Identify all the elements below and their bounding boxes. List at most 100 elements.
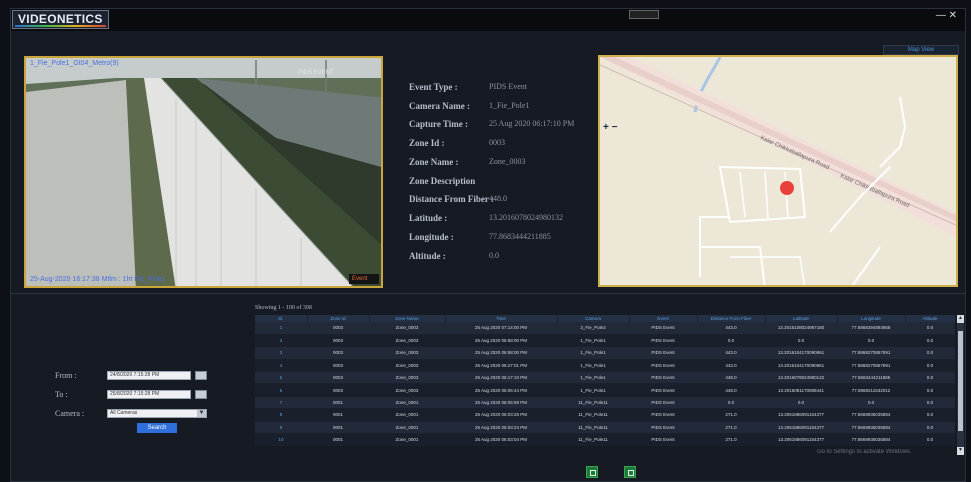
detail-label: Zone Id : (409, 138, 445, 148)
events-table-panel: Showing 1 - 100 of 308 Sl. Zone Id Zone Na… (255, 305, 965, 457)
table-cell: PIDS Event (629, 371, 697, 385)
from-date-input[interactable]: 24/8/2020 7:15:28 PM (107, 371, 191, 380)
table-row[interactable]: 3 0003 Zone_0003 25 Aug 2020 06:58:00 PM 1_F… (255, 346, 955, 360)
export-csv-icon[interactable] (624, 466, 636, 478)
search-button[interactable]: Search (137, 423, 177, 433)
logo-color-bar (15, 25, 106, 27)
table-cell: 0001 (307, 421, 369, 435)
column-header[interactable]: Event (629, 315, 698, 322)
camera-select[interactable]: All Cameras ▼ (107, 409, 207, 418)
table-row[interactable]: 8 0001 Zone_0001 25 Aug 2020 06:03:25 PM 11_… (255, 408, 955, 422)
table-cell: 77.8683444211885 (837, 371, 905, 385)
table-cell: 448.0 (697, 371, 765, 385)
table-header-row: Sl. Zone Id Zone Name Time Camera Event Distan… (255, 315, 956, 322)
event-location-marker[interactable] (780, 181, 794, 195)
table-cell: PIDS Event (629, 322, 697, 335)
table-cell: Zone_0001 (369, 433, 445, 447)
table-cell: 0.0 (905, 322, 955, 335)
scroll-down-icon[interactable]: ▼ (957, 447, 964, 455)
table-cell: 13.2016081170089441 (765, 383, 837, 397)
column-header[interactable]: Latitude (765, 315, 838, 322)
detail-value: 13.2016078024980132 (489, 213, 563, 222)
export-excel-icon[interactable] (586, 466, 598, 478)
detail-value: 77.8683444211885 (489, 232, 551, 241)
table-cell: 0.0 (905, 383, 955, 397)
column-header[interactable]: Zone Name (369, 315, 446, 322)
table-row[interactable]: 2 0003 Zone_0003 25 Aug 2020 06:58:00 PM 1_F… (255, 334, 955, 348)
column-header[interactable]: Distance From Fiber (697, 315, 766, 322)
table-cell: 0003 (307, 322, 369, 335)
table-cell: 0001 (307, 408, 369, 422)
scroll-thumb[interactable] (958, 331, 963, 431)
scroll-up-icon[interactable]: ▲ (957, 315, 964, 323)
column-header[interactable]: Time (445, 315, 558, 322)
app-window: VIDEONETICS — ✕ 1_Fie_Pole1_Gt04_Metro(9… (10, 8, 966, 482)
table-cell: Zone_0001 (369, 396, 445, 410)
window-mode-control[interactable] (629, 10, 659, 19)
table-row[interactable]: 10 0001 Zone_0001 25 Aug 2020 06:03:04 PM 11… (255, 433, 955, 447)
table-cell: 25 Aug 2020 06:27:01 PM (445, 359, 557, 373)
table-cell: 25 Aug 2020 06:05:59 PM (445, 396, 557, 410)
from-calendar-icon[interactable] (195, 371, 207, 380)
table-cell: 271.0 (697, 421, 765, 435)
table-cell: 13.2016078024980132 (765, 371, 837, 385)
table-cell: PIDS Event (629, 383, 697, 397)
detail-value: 25 Aug 2020 06:17:10 PM (489, 119, 575, 128)
detail-label: Capture Time : (409, 119, 469, 129)
camera-event-badge: Event (349, 274, 379, 284)
column-header[interactable]: Camera (557, 315, 630, 322)
table-cell: 0003 (307, 371, 369, 385)
detail-label: Zone Description (409, 176, 476, 186)
table-cell: 0.0 (837, 396, 905, 410)
map-view-button[interactable]: Map View (883, 45, 959, 55)
camera-label: Camera : (55, 409, 85, 418)
column-header[interactable]: Zone Id (307, 315, 370, 322)
map-zoom-controls[interactable]: + − (603, 123, 619, 133)
column-header[interactable]: Sl. (255, 315, 308, 322)
table-cell: Zone_0001 (369, 421, 445, 435)
from-label: From : (55, 371, 77, 380)
event-map[interactable]: Kalar Chikkaballapura Road Kalar Chikkab… (598, 55, 958, 287)
table-row[interactable]: 5 0003 Zone_0003 25 Aug 2020 06:17:10 PM 1_F… (255, 371, 955, 385)
table-cell: 0003 (307, 346, 369, 360)
table-cell: 0.0 (905, 421, 955, 435)
column-header[interactable]: Longitude (837, 315, 906, 322)
table-cell: 0.0 (905, 408, 955, 422)
detail-label: Camera Name : (409, 101, 470, 111)
table-cell: 9 (255, 421, 307, 435)
table-row[interactable]: 6 0003 Zone_0003 25 Aug 2020 06:06:44 PM 1_F… (255, 383, 955, 397)
table-cell: 0003 (307, 359, 369, 373)
column-header[interactable]: Altitude (905, 315, 956, 322)
table-row[interactable]: 4 0003 Zone_0003 25 Aug 2020 06:27:01 PM 1_F… (255, 359, 955, 373)
table-cell: 25 Aug 2020 06:17:10 PM (445, 371, 557, 385)
table-cell: PIDS Event (629, 433, 697, 447)
table-row[interactable]: 1 0003 Zone_0003 25 Aug 2020 07:14:00 PM 3_F… (255, 322, 955, 335)
to-calendar-icon[interactable] (195, 390, 207, 399)
detail-value: 448.0 (489, 194, 507, 203)
table-cell: 0.0 (697, 334, 765, 348)
table-row[interactable]: 9 0001 Zone_0001 25 Aug 2020 06:03:24 PM 11_… (255, 421, 955, 435)
camera-overlay-timestamp: 25-Aug-2020 16:17:38 Mtlm : 1ht Fie_Pole… (30, 276, 166, 283)
table-cell: 6 (255, 383, 307, 397)
to-date-input[interactable]: 25/8/2020 7:15:28 PM (107, 390, 191, 399)
table-cell: 25 Aug 2020 06:03:25 PM (445, 408, 557, 422)
table-cell: 0.0 (905, 433, 955, 447)
table-cell: PIDS Event (629, 346, 697, 360)
detail-label: Zone Name : (409, 157, 459, 167)
windows-activation-watermark: Go to Settings to activate Windows. (817, 449, 912, 455)
table-cell: 271.0 (697, 433, 765, 447)
table-cell: 0.0 (697, 396, 765, 410)
camera-snapshot: 1_Fie_Pole1_Gt04_Metro(9) PIDS EVENT 25-… (24, 56, 383, 288)
camera-scene (26, 58, 381, 286)
table-cell: 77.8868211532012 (837, 383, 905, 397)
table-cell: Zone_0003 (369, 334, 445, 348)
detail-value: PIDS Event (489, 82, 527, 91)
table-cell: 11_Fie_Pole11 (557, 396, 629, 410)
table-cell: PIDS Event (629, 334, 697, 348)
table-cell: 443.0 (697, 346, 765, 360)
app-logo: VIDEONETICS (12, 10, 109, 29)
window-controls[interactable]: — ✕ (936, 10, 957, 21)
table-scrollbar[interactable]: ▲ ▼ (957, 315, 964, 455)
table-row[interactable]: 7 0001 Zone_0001 25 Aug 2020 06:05:59 PM 11_… (255, 396, 955, 410)
map-canvas: Kalar Chikkaballapura Road Kalar Chikkab… (600, 57, 956, 285)
